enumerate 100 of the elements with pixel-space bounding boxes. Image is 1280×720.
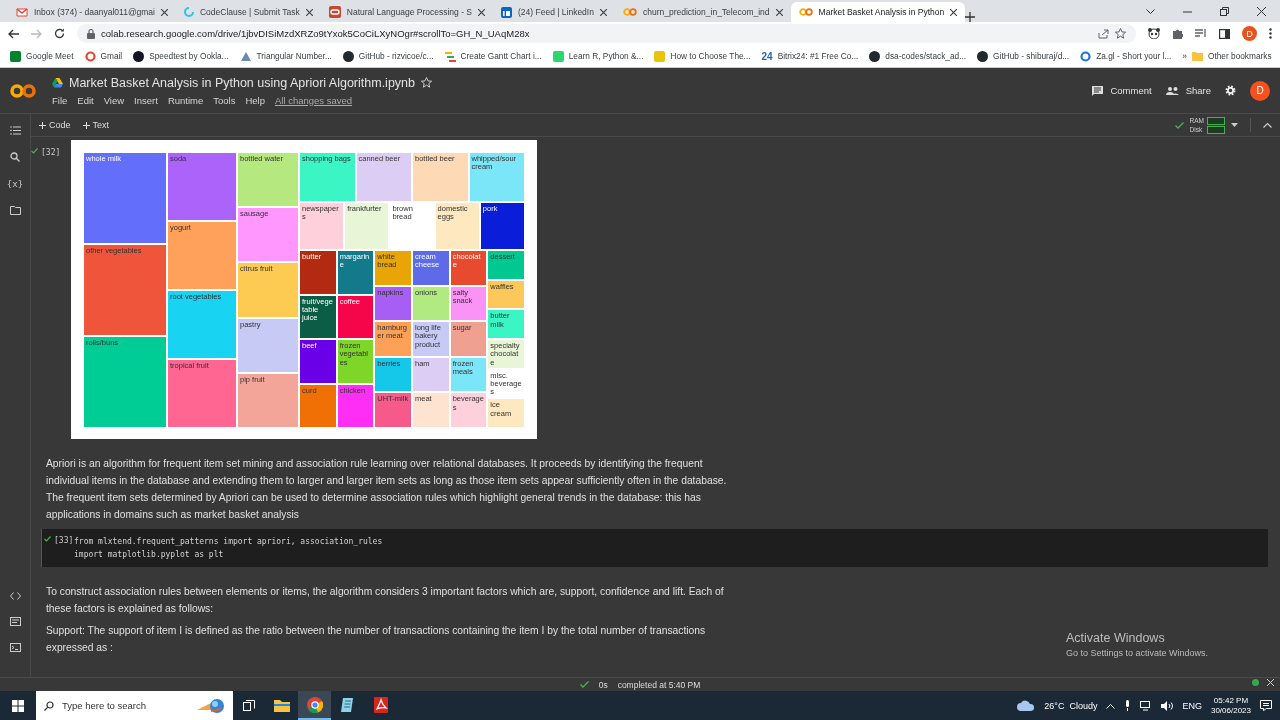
menu-item[interactable]: Edit: [77, 94, 94, 106]
weather[interactable]: 26°C Cloudy: [1044, 700, 1098, 711]
lock-icon: [87, 28, 95, 39]
panda-icon[interactable]: [1148, 28, 1160, 39]
playlist-icon[interactable]: [1195, 28, 1207, 39]
browser-tab[interactable]: churn_prediction_in_Telecom_ind: [614, 2, 791, 22]
status-message: completed at 5:40 PM: [617, 679, 701, 690]
taskbar-app[interactable]: [298, 691, 331, 720]
bookmark[interactable]: How to Choose The...: [670, 51, 751, 61]
puzzle-icon[interactable]: [1172, 28, 1183, 39]
execution-count: [33]: [54, 536, 74, 547]
paragraph: Support: The support of item I is defined as the ratio between the number of transactions containing the item I by the total number of transactions expressed as :: [46, 624, 707, 655]
paragraph: Apriori is an algorithm for frequent item set mining and association rule learning over relational databases. It proceeds by identifying the frequent individual items in the database and extending them to larger and larger item sets as long as those item sets appear sufficiently often in the database. The frequent item sets determined by Apriori can be used to determine association rules which highlight general trends in the database: this has applications in domains such as market basket analysis: [46, 457, 728, 522]
bookmark[interactable]: Za.gl - Short your l...: [1096, 51, 1172, 61]
task-view-icon[interactable]: [243, 700, 255, 711]
menu-item[interactable]: View: [103, 94, 125, 106]
folder-icon[interactable]: [273, 697, 290, 712]
browser-tab[interactable]: Market Basket Analysis in Python: [790, 2, 966, 22]
profile-avatar[interactable]: D: [1242, 26, 1257, 41]
more-bookmarks[interactable]: »: [1182, 51, 1187, 61]
bookmark-number: 24: [761, 50, 773, 62]
speaker-icon[interactable]: [1161, 700, 1174, 711]
folder-icon[interactable]: [9, 206, 21, 215]
menu-item[interactable]: Tools: [213, 94, 236, 106]
chevron-up-icon[interactable]: [1263, 122, 1272, 128]
rings-icon: [622, 8, 637, 16]
oval-icon: [328, 6, 341, 18]
network-icon[interactable]: [1140, 700, 1153, 711]
minimize-icon[interactable]: [1183, 10, 1192, 13]
swirl-icon: [183, 7, 194, 17]
close-icon[interactable]: [775, 8, 783, 16]
triangle-icon: [52, 77, 63, 88]
variables-glyph[interactable]: {x}: [6, 179, 24, 189]
notification-icon[interactable]: [1260, 700, 1272, 711]
other-bookmarks[interactable]: Other bookmarks: [1207, 51, 1272, 61]
bookmark[interactable]: Triangular Number...: [256, 51, 332, 61]
status-dot: [1252, 679, 1259, 686]
list-icon[interactable]: [9, 126, 21, 135]
chevron-down-icon[interactable]: [1146, 8, 1155, 15]
code-icon[interactable]: [9, 592, 21, 600]
bookmark[interactable]: dsa-codes/stack_ad...: [885, 51, 967, 61]
add-code-button[interactable]: Code: [39, 120, 71, 130]
new-tab-icon[interactable]: [965, 12, 976, 22]
browser-tab[interactable]: (24) Feed | LinkedIn: [493, 2, 615, 22]
code-cell[interactable]: [33]from mlxtend.frequent_patterns import apriori, association_rules import matplotlib.pyplot as plt: [41, 529, 1268, 567]
add-text-button[interactable]: Text: [82, 120, 110, 130]
check-icon: [44, 536, 51, 542]
browser-tab[interactable]: CodeClause | Submit Task: [175, 2, 321, 22]
bookmark[interactable]: Create Gantt Chart i...: [460, 51, 542, 61]
search-box[interactable]: Type here to search: [36, 691, 233, 720]
comment-button[interactable]: Comment: [1092, 85, 1152, 96]
close-icon[interactable]: [478, 8, 485, 16]
language-indicator[interactable]: ENG: [1182, 700, 1202, 711]
notebook-title[interactable]: Market Basket Analysis in Python using Apriori Algorithm.ipynb: [69, 75, 415, 90]
restore-icon[interactable]: [1220, 7, 1229, 16]
microphone-icon[interactable]: [1124, 700, 1132, 711]
close-icon[interactable]: [305, 8, 313, 16]
search-icon[interactable]: [10, 152, 20, 162]
square-icon: [501, 6, 512, 18]
panel-icon[interactable]: [9, 617, 21, 626]
menu-item[interactable]: Help: [245, 94, 265, 106]
share-icon[interactable]: [1098, 28, 1109, 39]
bookmark[interactable]: Google Meet: [26, 51, 74, 61]
bookmark[interactable]: GitHub - shiburaj/d...: [993, 51, 1070, 61]
bookmark[interactable]: Bitrix24: #1 Free Co...: [777, 51, 859, 61]
run-duration: 0s: [598, 679, 608, 690]
bookmark[interactable]: Speedtest by Ookla...: [149, 51, 229, 61]
menu-item[interactable]: Insert: [134, 94, 158, 106]
bookmark[interactable]: Learn R, Python &...: [568, 51, 644, 61]
menu-item[interactable]: File: [52, 94, 68, 106]
close-icon[interactable]: [599, 8, 607, 16]
plus-icon: [82, 121, 90, 129]
windows-icon[interactable]: [12, 699, 24, 712]
browser-tab[interactable]: Inbox (374) - daanyal011@gmai: [8, 2, 176, 22]
pdf-icon[interactable]: [373, 696, 388, 713]
address-bar[interactable]: colab.research.google.com/drive/1jbvDISiMzdXRZo9tYxok5CoCiLXyNOgr#scrollTo=GH_N_UAqM28x: [77, 24, 1136, 43]
back-icon[interactable]: [8, 28, 19, 39]
star-icon[interactable]: [1115, 28, 1126, 39]
terminal-icon[interactable]: [9, 643, 21, 652]
search-field[interactable]: Type here to search: [62, 691, 189, 720]
people-icon: [1165, 86, 1179, 95]
caret-icon[interactable]: [1231, 123, 1238, 127]
bookmark[interactable]: GitHub - rizvicoe/c...: [358, 51, 434, 61]
save-status[interactable]: All changes saved: [275, 94, 353, 106]
close-icon[interactable]: [1257, 7, 1266, 16]
settings-icon[interactable]: [1225, 85, 1236, 96]
menu-item[interactable]: Runtime: [167, 94, 204, 106]
close-icon[interactable]: [950, 8, 958, 16]
activation-title: Activate Windows: [1066, 631, 1166, 645]
browser-tab[interactable]: Natural Language Processing - S: [320, 2, 493, 22]
notepad-icon[interactable]: [340, 696, 355, 713]
more-icon[interactable]: [1269, 28, 1272, 39]
close-icon[interactable]: [160, 8, 168, 16]
share-button[interactable]: Share: [1165, 85, 1211, 96]
bookmark[interactable]: Gmail: [100, 51, 123, 61]
rings-icon: [798, 8, 813, 16]
clock[interactable]: 05:42 PM 30/06/2023: [1210, 695, 1251, 716]
chrome-icon[interactable]: [306, 696, 323, 713]
reload-icon[interactable]: [54, 28, 65, 39]
side-panel-icon[interactable]: [1219, 28, 1230, 39]
